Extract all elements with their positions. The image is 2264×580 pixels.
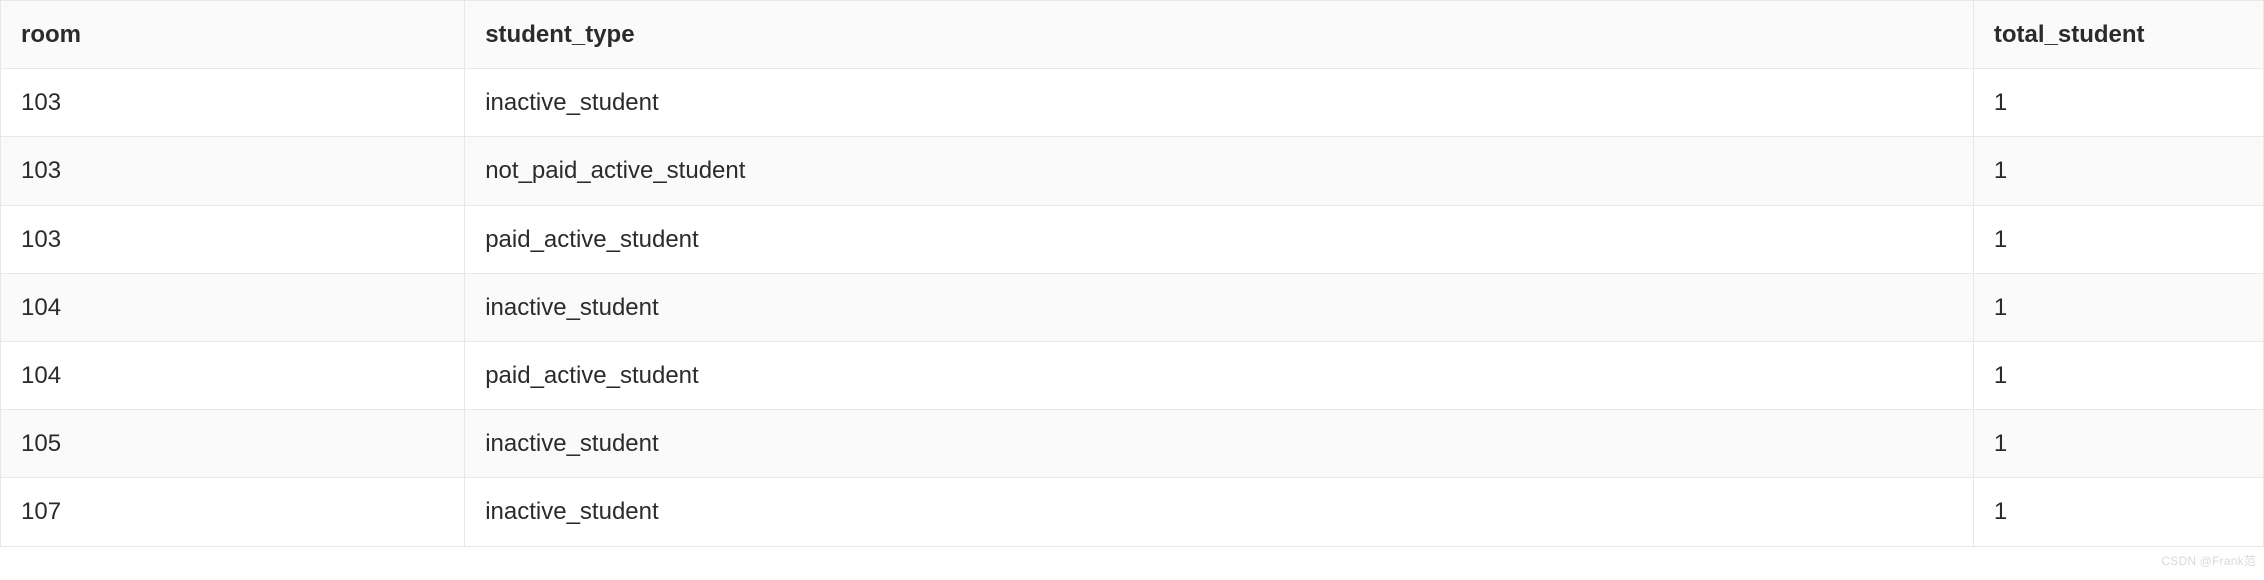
table-row: 107 inactive_student 1 [1,478,2264,546]
col-header-total-student: total_student [1973,1,2263,69]
table-row: 104 paid_active_student 1 [1,341,2264,409]
cell-total-student: 1 [1973,341,2263,409]
cell-total-student: 1 [1973,410,2263,478]
cell-student-type: paid_active_student [465,205,1974,273]
cell-student-type: inactive_student [465,410,1974,478]
col-header-room: room [1,1,465,69]
table-header-row: room student_type total_student [1,1,2264,69]
cell-student-type: inactive_student [465,478,1974,546]
table-row: 103 not_paid_active_student 1 [1,137,2264,205]
cell-total-student: 1 [1973,478,2263,546]
cell-student-type: inactive_student [465,69,1974,137]
cell-total-student: 1 [1973,205,2263,273]
cell-student-type: paid_active_student [465,341,1974,409]
results-table: room student_type total_student 103 inac… [0,0,2264,547]
table-row: 104 inactive_student 1 [1,273,2264,341]
cell-room: 105 [1,410,465,478]
watermark: CSDN @Frank范 [2161,552,2256,569]
table-row: 105 inactive_student 1 [1,410,2264,478]
cell-room: 104 [1,273,465,341]
cell-room: 103 [1,69,465,137]
cell-student-type: not_paid_active_student [465,137,1974,205]
col-header-student-type: student_type [465,1,1974,69]
cell-total-student: 1 [1973,137,2263,205]
cell-total-student: 1 [1973,273,2263,341]
cell-room: 104 [1,341,465,409]
table-header: room student_type total_student [1,1,2264,69]
table-row: 103 inactive_student 1 [1,69,2264,137]
cell-room: 103 [1,205,465,273]
cell-student-type: inactive_student [465,273,1974,341]
table-body: 103 inactive_student 1 103 not_paid_acti… [1,69,2264,546]
table-row: 103 paid_active_student 1 [1,205,2264,273]
cell-room: 107 [1,478,465,546]
cell-total-student: 1 [1973,69,2263,137]
cell-room: 103 [1,137,465,205]
